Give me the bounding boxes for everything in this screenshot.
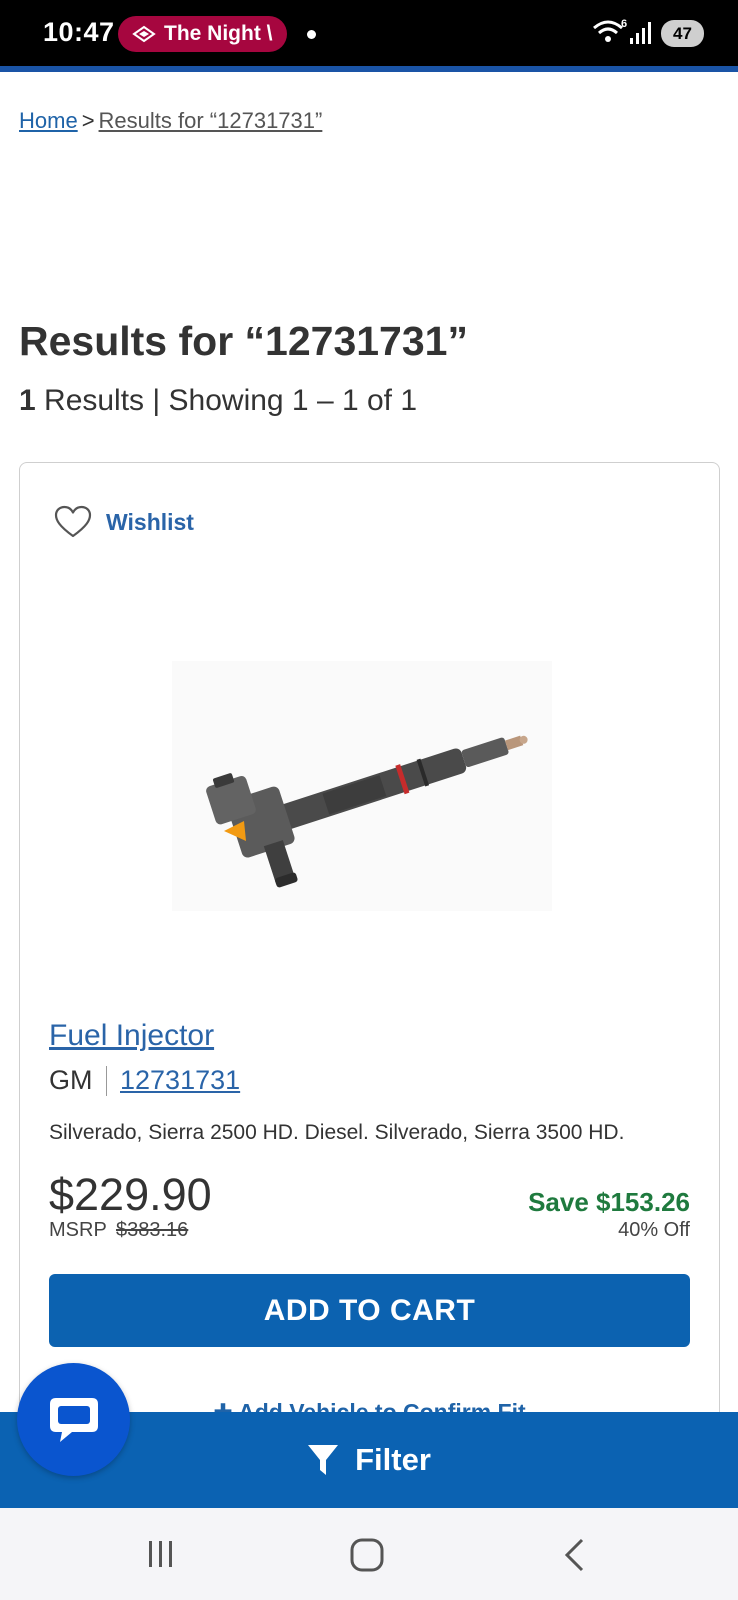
- fitment-text: Silverado, Sierra 2500 HD. Diesel. Silve…: [49, 1121, 625, 1144]
- wishlist-label: Wishlist: [106, 508, 194, 535]
- filter-label: Filter: [355, 1442, 431, 1477]
- savings-amount: Save $153.26: [528, 1187, 690, 1217]
- product-name-link[interactable]: Fuel Injector: [49, 1019, 214, 1053]
- system-nav-bar: [0, 1508, 738, 1600]
- filter-icon: [308, 1445, 339, 1475]
- msrp: MSRP $383.16: [49, 1219, 188, 1242]
- product-image[interactable]: [172, 661, 552, 911]
- breadcrumb-current-link[interactable]: Results for “12731731”: [99, 108, 323, 133]
- brand-divider: [105, 1065, 107, 1096]
- status-time: 10:47: [43, 17, 115, 47]
- breadcrumb-separator: >: [81, 108, 95, 133]
- signal-icon: [630, 22, 651, 44]
- home-icon[interactable]: [350, 1538, 384, 1572]
- result-summary: 1 Results | Showing 1 – 1 of 1: [19, 384, 417, 418]
- breadcrumb: Home > Results for “12731731”: [19, 108, 322, 134]
- breadcrumb-home-link[interactable]: Home: [19, 108, 78, 133]
- wishlist-button[interactable]: Wishlist: [54, 505, 194, 539]
- result-count-number: 1: [19, 384, 36, 417]
- product-price: $229.90: [49, 1169, 212, 1220]
- msrp-value: $383.16: [115, 1219, 189, 1241]
- back-icon[interactable]: [562, 1538, 588, 1572]
- product-brand: GM: [49, 1065, 93, 1095]
- product-card: Wishlist Fuel Injector GM 12731731 Silve…: [19, 462, 720, 1462]
- wifi-icon: 6: [593, 18, 627, 42]
- part-number-link[interactable]: 12731731: [120, 1065, 240, 1096]
- network-label: 6: [621, 18, 627, 30]
- discount-percent: 40% Off: [618, 1219, 690, 1241]
- notification-dot: [307, 30, 316, 39]
- fuel-injector-image: [206, 735, 528, 888]
- chat-icon: [49, 1397, 98, 1442]
- chat-button[interactable]: [17, 1363, 130, 1476]
- notification-pill[interactable]: The Night \: [118, 16, 287, 52]
- notification-text: The Night \: [164, 22, 273, 45]
- heart-icon: [54, 505, 92, 538]
- header-accent-line: [0, 66, 738, 72]
- broadcast-icon: [132, 25, 156, 43]
- status-bar: 10:47 The Night \ 6 47: [0, 0, 738, 66]
- add-to-cart-button[interactable]: ADD TO CART: [49, 1274, 690, 1347]
- page-title: Results for “12731731”: [19, 318, 468, 364]
- battery-indicator: 47: [661, 20, 704, 47]
- brand-row: GM 12731731: [49, 1065, 240, 1096]
- result-summary-text: Results | Showing 1 – 1 of 1: [35, 384, 418, 417]
- msrp-label: MSRP: [49, 1219, 107, 1241]
- recent-apps-icon[interactable]: [145, 1538, 177, 1570]
